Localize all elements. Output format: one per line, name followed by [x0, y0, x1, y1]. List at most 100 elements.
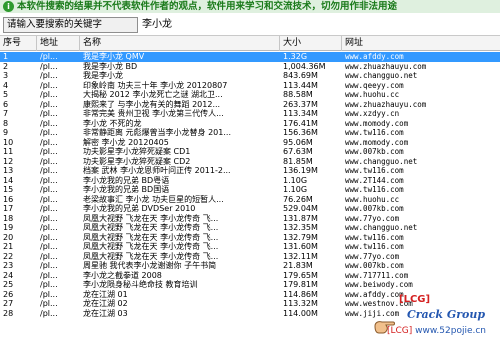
- row-size: 176.41M: [283, 118, 318, 128]
- row-number: 10: [3, 137, 14, 147]
- row-size: 113.44M: [283, 80, 318, 90]
- row-number: 19: [3, 223, 14, 232]
- row-size: 132.35M: [283, 223, 318, 232]
- row-size: 114.00M: [283, 308, 318, 318]
- row-address: /pl...: [40, 118, 58, 128]
- row-url: www.zhuazhauyu.com: [345, 61, 427, 71]
- row-name: 老梁故事汇 李小龙 功夫巨星的短暂人...: [83, 194, 224, 204]
- row-name: 凤凰大视野 飞龙在天 李小龙传奇 飞...: [83, 232, 219, 242]
- table-row[interactable]: 18/pl... 凤凰大视野 飞龙在天 李小龙传奇 飞... 131.87M www.…: [0, 214, 500, 224]
- row-address: /pl...: [40, 223, 58, 232]
- row-name: 龙在江湖 03: [83, 308, 128, 318]
- row-number: 14: [3, 175, 14, 185]
- row-address: /pl...: [40, 308, 58, 318]
- row-url: www.momody.com: [345, 118, 409, 128]
- row-url: www.tw116.com: [345, 232, 404, 242]
- disclaimer-banner: i 本软件搜索的结果并不代表软件作者的观点，软件用来学习和交流技术，切勿用作非法…: [0, 0, 500, 13]
- row-address: /pl...: [40, 185, 58, 194]
- row-name: 凤凰大视野 飞龙在天 李小龙传奇 飞...: [83, 223, 219, 232]
- row-size: 263.37M: [283, 99, 318, 109]
- table-row[interactable]: 20/pl... 凤凰大视野 飞龙在天 李小龙传奇 飞... 132.79M www.…: [0, 233, 500, 243]
- row-name: 功夫影星李小龙猝死疑案 CD2: [83, 156, 191, 166]
- table-row[interactable]: 7/pl... 非常完美 贵州卫视 李小龙第三代传人... 113.34M www.x…: [0, 109, 500, 119]
- row-number: 13: [3, 166, 14, 175]
- row-size: 131.60M: [283, 242, 318, 251]
- row-name: 李小龙我的兄弟 BD国语: [83, 185, 170, 194]
- table-row[interactable]: 3/pl... 我是李小龙 843.69M www.changguo.net: [0, 71, 500, 81]
- row-url: www.2T144.com: [345, 175, 404, 185]
- row-url: www.tw116.com: [345, 185, 404, 194]
- row-number: 11: [3, 147, 14, 156]
- row-name: 李小龙陨身秘斗绝命技 教育培训: [83, 280, 198, 289]
- table-row[interactable]: 27/pl... 龙在江湖 02 113.32M www.westnov.com: [0, 299, 500, 309]
- row-name: 李小龙 不死的龙: [83, 118, 142, 128]
- column-header-url[interactable]: 网址: [342, 36, 500, 51]
- column-header-size[interactable]: 大小: [280, 36, 342, 51]
- row-size: 81.85M: [283, 156, 313, 166]
- search-input[interactable]: [140, 17, 496, 33]
- table-row[interactable]: 15/pl... 李小龙我的兄弟 BD国语 1.10G www.tw116.com: [0, 185, 500, 195]
- table-row[interactable]: 13/pl... 档案 武林 李小龙恩师叶问正传 2011-2... 136.19M…: [0, 166, 500, 176]
- column-header-number[interactable]: 序号: [0, 36, 37, 51]
- table-row[interactable]: 11/pl... 功夫影星李小龙猝死疑案 CD1 67.63M www.007kb.c…: [0, 147, 500, 157]
- row-number: 2: [3, 61, 9, 71]
- row-number: 27: [3, 299, 14, 308]
- row-number: 16: [3, 194, 14, 204]
- row-url: www.717711.com: [345, 270, 409, 280]
- row-address: /pl...: [40, 61, 58, 71]
- table-row[interactable]: 24/pl... 李小龙之截拳道 2008 179.65M www.717711.co…: [0, 271, 500, 281]
- row-number: 26: [3, 289, 14, 299]
- row-number: 20: [3, 232, 14, 242]
- table-row[interactable]: 5/pl... 大揭秘 2012 李小龙死亡之谜 湖北卫... 88.58M www.…: [0, 90, 500, 100]
- row-url: www.changguo.net: [345, 223, 418, 232]
- table-row[interactable]: 1/pl... 我是李小龙 QMV 1.32G www.afddy.com: [0, 52, 500, 62]
- row-address: /pl...: [40, 90, 58, 99]
- row-address: /pl...: [40, 156, 58, 166]
- table-row[interactable]: 23/pl... 周星驰 我代表李小龙谢谢你 子午书简 21.83M www.007k…: [0, 261, 500, 271]
- table-row[interactable]: 17/pl... 李小龙我的兄弟 DVDSer 2010 529.04M www.00…: [0, 204, 500, 214]
- row-url: www.changguo.net: [345, 156, 418, 166]
- table-row[interactable]: 28/pl... 龙在江湖 03 114.00M www.jiji.com: [0, 309, 500, 319]
- row-size: 21.83M: [283, 261, 313, 270]
- row-size: 136.19M: [283, 166, 318, 175]
- row-name: 我是李小龙 BD: [83, 61, 138, 71]
- row-name: 李小龙我的兄弟 DVDSer 2010: [83, 204, 196, 213]
- table-row[interactable]: 2/pl... 我是李小龙 BD 1,004.36M www.zhuazhauyu.c…: [0, 62, 500, 72]
- row-address: /pl...: [40, 194, 58, 204]
- row-size: 1.10G: [283, 185, 308, 194]
- table-row[interactable]: 10/pl... 解密 李小龙 20120405 95.06M www.momody.…: [0, 138, 500, 148]
- row-size: 132.11M: [283, 251, 318, 261]
- row-address: /pl...: [40, 109, 58, 118]
- row-number: 22: [3, 251, 14, 261]
- row-name: 龙在江湖 02: [83, 299, 128, 308]
- row-number: 25: [3, 280, 14, 289]
- table-row[interactable]: 4/pl... 印象岭南 功夫三十年 李小龙 20120807 113.44M www…: [0, 81, 500, 91]
- table-row[interactable]: 16/pl... 老梁故事汇 李小龙 功夫巨星的短暂人... 76.26M www.h…: [0, 195, 500, 205]
- table-row[interactable]: 19/pl... 凤凰大视野 飞龙在天 李小龙传奇 飞... 132.35M www.…: [0, 223, 500, 233]
- row-size: 179.81M: [283, 280, 318, 289]
- table-row[interactable]: 14/pl... 李小龙我的兄弟 BD粤语 1.10G www.2T144.com: [0, 176, 500, 186]
- column-header-name[interactable]: 名称: [80, 36, 280, 51]
- table-row[interactable]: 26/pl... 龙在江湖 01 114.86M www.afddy.com: [0, 290, 500, 300]
- row-size: 131.87M: [283, 213, 318, 223]
- row-address: /pl...: [40, 71, 58, 80]
- row-url: www.007kb.com: [345, 261, 404, 270]
- column-header-address[interactable]: 地址: [37, 36, 80, 51]
- row-url: www.77yo.com: [345, 213, 400, 223]
- table-row[interactable]: 6/pl... 康熙来了 与李小龙有关的舞蹈 2012... 263.37M www.…: [0, 100, 500, 110]
- table-row[interactable]: 12/pl... 功夫影星李小龙猝死疑案 CD2 81.85M www.changgu…: [0, 157, 500, 167]
- row-number: 3: [3, 71, 9, 80]
- disclaimer-text: 本软件搜索的结果并不代表软件作者的观点，软件用来学习和交流技术，切勿用作非法用途: [17, 1, 398, 12]
- row-name: 凤凰大视野 飞龙在天 李小龙传奇 飞...: [83, 213, 219, 223]
- table-row[interactable]: 8/pl... 李小龙 不死的龙 176.41M www.momody.com: [0, 119, 500, 129]
- row-name: 凤凰大视野 飞龙在天 李小龙传奇 飞...: [83, 242, 219, 251]
- row-url: www.007kb.com: [345, 204, 404, 213]
- table-row[interactable]: 9/pl... 非常静距离 元彪爆曾当李小龙替身 201... 156.36M www…: [0, 128, 500, 138]
- table-row[interactable]: 22/pl... 凤凰大视野 飞龙在天 李小龙传奇 飞... 132.11M www.…: [0, 252, 500, 262]
- row-name: 我是李小龙 QMV: [83, 52, 145, 61]
- row-url: www.jiji.com: [345, 308, 400, 318]
- table-row[interactable]: 25/pl... 李小龙陨身秘斗绝命技 教育培训 179.81M www.beiwod…: [0, 280, 500, 290]
- table-row[interactable]: 21/pl... 凤凰大视野 飞龙在天 李小龙传奇 飞... 131.60M www.…: [0, 242, 500, 252]
- row-size: 88.58M: [283, 90, 313, 99]
- row-address: /pl...: [40, 251, 58, 261]
